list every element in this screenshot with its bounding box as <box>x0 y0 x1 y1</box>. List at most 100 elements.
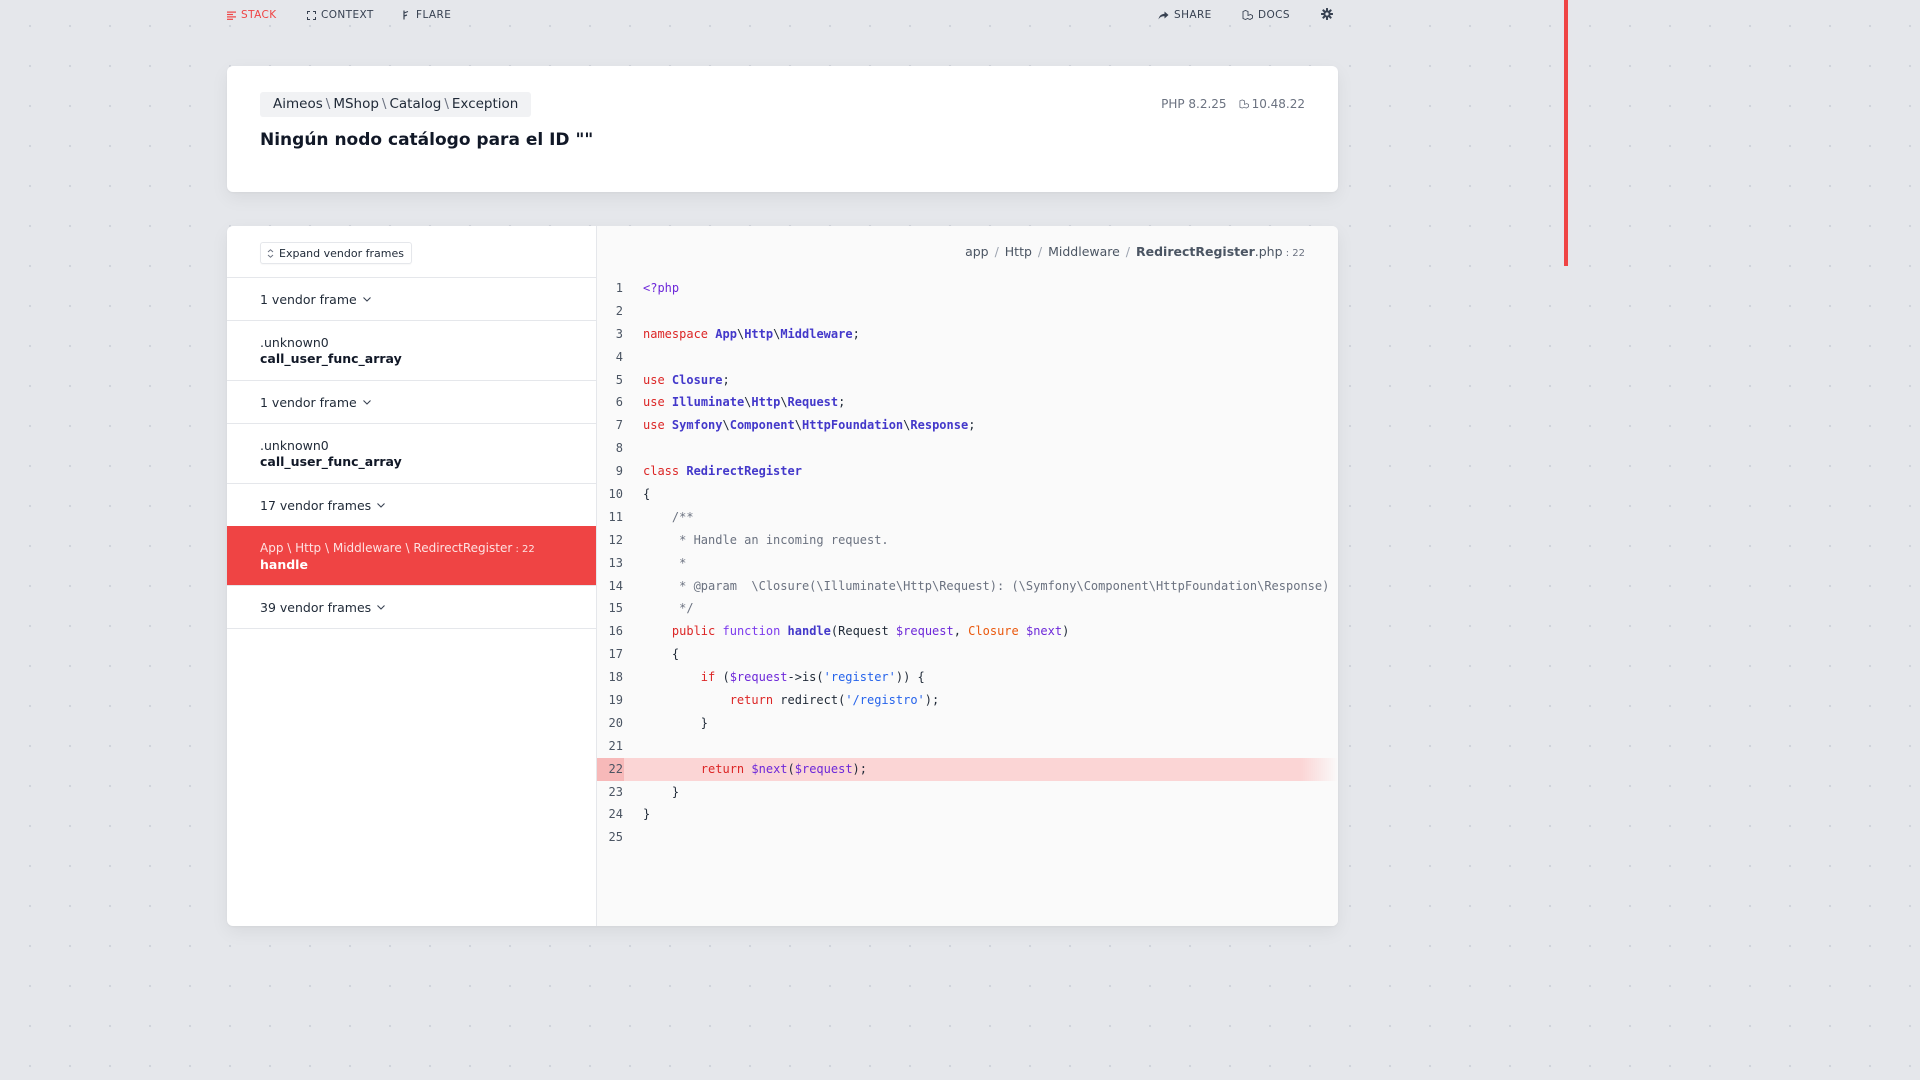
chevron-down-icon <box>377 605 386 610</box>
frame-file: .unknown0 <box>260 438 329 453</box>
line-code: * <box>643 555 687 570</box>
tab-context[interactable]: CONTEXT <box>307 9 374 21</box>
vendor-frames-group[interactable]: 39 vendor frames <box>227 585 596 629</box>
chevron-down-icon <box>377 503 386 508</box>
laravel-icon <box>1239 99 1249 109</box>
line-code: * Handle an incoming request. <box>643 532 889 547</box>
frame-file-part: Middleware <box>332 541 402 555</box>
line-number: 15 <box>608 601 623 616</box>
line-number: 21 <box>608 738 623 753</box>
frame-function: call_user_func_array <box>260 454 402 469</box>
line-code: return $next($request); <box>700 761 867 776</box>
vendor-frames-group[interactable]: 1 vendor frame <box>227 380 596 424</box>
line-number: 24 <box>608 807 623 822</box>
share-button[interactable]: SHARE <box>1158 9 1212 21</box>
exception-ns-part: Catalog <box>389 96 442 112</box>
exception-class: Aimeos \ MShop \ Catalog \ Exception <box>260 92 532 117</box>
share-label: SHARE <box>1174 9 1212 21</box>
file-path[interactable]: app / Http / Middleware / RedirectRegist… <box>965 244 1305 259</box>
flare-icon <box>403 10 409 20</box>
divider <box>227 628 596 629</box>
stack-icon <box>227 11 236 20</box>
line-number: 10 <box>608 487 623 502</box>
frame-file-part: App <box>260 541 284 555</box>
code-line: 16 public function handle(Request $reque… <box>597 620 1338 643</box>
line-number: 18 <box>608 670 623 685</box>
settings-button[interactable] <box>1321 8 1333 20</box>
frame-line: 22 <box>522 544 535 555</box>
vendor-frames-label: 39 vendor frames <box>260 600 372 615</box>
line-number: 2 <box>615 303 623 318</box>
exception-ns-part: MShop <box>333 96 379 112</box>
line-number: 14 <box>608 578 623 593</box>
code-line: 7 use Symfony\Component\HttpFoundation\Re… <box>597 414 1338 437</box>
tab-flare-label: FLARE <box>416 9 452 21</box>
versions: PHP 8.2.25 10.48.22 <box>1161 97 1305 111</box>
path-part: Middleware <box>1048 244 1120 259</box>
line-code: } <box>643 715 709 730</box>
laravel-version: 10.48.22 <box>1239 97 1305 111</box>
vendor-frames-group[interactable]: 17 vendor frames <box>227 483 596 527</box>
gear-icon <box>1321 8 1333 20</box>
code-line: 25 <box>597 826 1338 849</box>
path-part: Http <box>1004 244 1032 259</box>
line-number: 9 <box>615 464 623 479</box>
line-number: 11 <box>608 509 623 524</box>
tab-flare[interactable]: FLARE <box>402 9 451 21</box>
code-line: 19 return redirect('/registro'); <box>597 689 1338 712</box>
code-line: 8 <box>597 437 1338 460</box>
stack-frame[interactable]: .unknown0 call_user_func_array <box>227 423 596 483</box>
code-line: 14 * @param \Closure(\Illuminate\Http\Re… <box>597 575 1338 598</box>
line-number: 17 <box>608 647 623 662</box>
share-icon <box>1158 11 1169 19</box>
chevron-up-down-icon <box>267 248 274 258</box>
line-number: 3 <box>615 326 623 341</box>
line-code: namespace App\Http\Middleware; <box>643 326 860 341</box>
code-line: 21 <box>597 735 1338 758</box>
code-line: 13 * <box>597 552 1338 575</box>
frames-list: Expand vendor frames 1 vendor frame .unk… <box>227 226 597 926</box>
php-version: PHP 8.2.25 <box>1161 97 1227 111</box>
code-line: 17 { <box>597 643 1338 666</box>
docs-button[interactable]: DOCS <box>1242 9 1290 21</box>
frame-file-part: RedirectRegister <box>413 541 513 555</box>
code-line: 4 <box>597 346 1338 369</box>
chevron-down-icon <box>362 297 371 302</box>
vendor-frames-label: 1 vendor frame <box>260 292 357 307</box>
line-code: } <box>643 784 680 799</box>
vendor-frames-label: 17 vendor frames <box>260 498 372 513</box>
expand-icon <box>307 10 316 20</box>
code-line: 6 use Illuminate\Http\Request; <box>597 391 1338 414</box>
laravel-version-text: 10.48.22 <box>1251 97 1305 111</box>
stack-frame[interactable]: .unknown0 call_user_func_array <box>227 320 596 380</box>
code-line: 24} <box>597 803 1338 826</box>
line-code: { <box>643 647 680 662</box>
line-code: <?php <box>643 281 680 295</box>
frame-file: .unknown0 <box>260 335 329 350</box>
stack-frame-selected[interactable]: App \ Http \ Middleware \ RedirectRegist… <box>227 526 596 585</box>
line-number: 16 <box>608 624 623 639</box>
line-code: } <box>643 807 651 822</box>
line-number: 1 <box>615 281 623 295</box>
line-code: /** <box>643 509 694 524</box>
vendor-frames-group[interactable]: 1 vendor frame <box>227 277 596 321</box>
scrollbar-thumb[interactable] <box>1564 0 1568 266</box>
line-code: use Closure; <box>643 372 730 387</box>
frame-function: handle <box>260 557 308 572</box>
tab-stack[interactable]: STACK <box>227 9 276 21</box>
line-code: public function handle(Request $request,… <box>671 624 1070 639</box>
vendor-frames-label: 1 vendor frame <box>260 395 357 410</box>
code-block: 1 <?php 2 3 namespace App\Http\Middleware; 4 5… <box>597 277 1338 849</box>
frame-file-part: Http <box>295 541 322 555</box>
file-ext: .php <box>1254 244 1283 259</box>
code-line-highlighted: 22 return $next($request); <box>597 757 1338 781</box>
expand-vendor-frames-button[interactable]: Expand vendor frames <box>260 242 412 264</box>
line-code: * @param \Closure(\Illuminate\Http\Reque… <box>643 578 1338 593</box>
code-line: 20 } <box>597 712 1338 735</box>
file-name: RedirectRegister <box>1136 244 1255 259</box>
exception-ns-part: Aimeos <box>273 96 323 112</box>
code-line: 12 * Handle an incoming request. <box>597 529 1338 552</box>
code-line: 5 use Closure; <box>597 369 1338 392</box>
chevron-down-icon <box>362 400 371 405</box>
frame-file: App \ Http \ Middleware \ RedirectRegist… <box>260 541 535 555</box>
